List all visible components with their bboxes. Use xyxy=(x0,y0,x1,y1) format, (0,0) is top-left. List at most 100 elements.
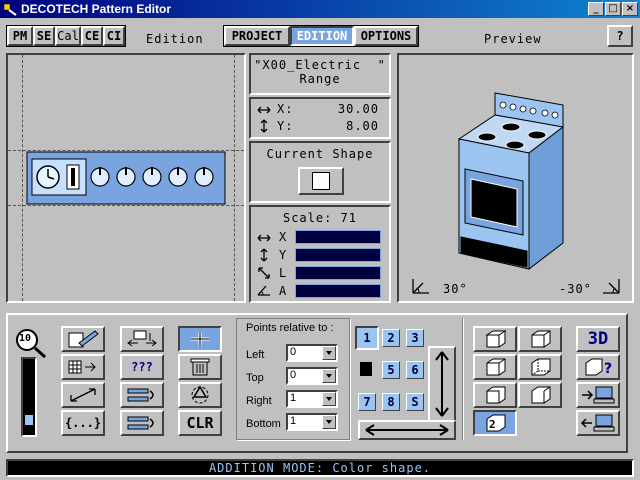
status-bar: ADDITION MODE: Color shape. xyxy=(6,459,634,477)
module-cal-button[interactable]: Cal xyxy=(55,26,81,46)
current-shape-box: Current Shape xyxy=(249,141,391,203)
selected-view-number: 2 xyxy=(489,418,496,431)
bottom-select[interactable]: 1 xyxy=(286,413,338,431)
point-1-button[interactable]: 1 xyxy=(355,326,379,350)
chevron-down-icon[interactable] xyxy=(322,415,336,429)
module-ci-button[interactable]: CI xyxy=(103,26,125,46)
point-6-button[interactable]: 6 xyxy=(406,361,424,379)
current-shape-button[interactable] xyxy=(298,167,344,195)
right-label: Right xyxy=(246,395,272,407)
horizontal-arrow-icon xyxy=(257,234,271,242)
vertical-arrow-button[interactable] xyxy=(428,346,456,422)
scale-y-field[interactable] xyxy=(295,248,381,262)
horizontal-arrow-button[interactable] xyxy=(358,420,456,440)
top-select[interactable]: 0 xyxy=(286,367,338,385)
point-4-marker xyxy=(360,362,372,376)
chevron-down-icon[interactable] xyxy=(322,392,336,406)
export-button[interactable] xyxy=(576,382,620,408)
chevron-down-icon[interactable] xyxy=(322,346,336,360)
recycle-icon xyxy=(191,385,209,404)
recycle-button[interactable] xyxy=(178,382,222,408)
current-shape-label: Current Shape xyxy=(266,147,374,161)
view-bottom-button[interactable] xyxy=(518,382,562,408)
point-5-button[interactable]: 5 xyxy=(382,361,400,379)
tab-edition[interactable]: EDITION xyxy=(290,26,354,46)
guide-line xyxy=(22,55,23,301)
right-select-value: 1 xyxy=(290,392,297,404)
rotate-left-icon[interactable] xyxy=(409,277,433,297)
cube-icon xyxy=(486,358,506,376)
shape-swatch xyxy=(312,172,330,190)
import-button[interactable] xyxy=(576,410,620,436)
preview-pane[interactable]: 30° -30° xyxy=(397,53,634,303)
rotate-right-icon[interactable] xyxy=(599,277,623,297)
zoom-slider[interactable] xyxy=(21,357,37,437)
right-select[interactable]: 1 xyxy=(286,390,338,408)
control-panel-pattern[interactable] xyxy=(26,151,226,205)
redo-button[interactable] xyxy=(120,410,164,436)
scale-box: Scale: 71 X Y L A xyxy=(249,205,391,303)
left-select-value: 0 xyxy=(290,346,297,358)
edit-pattern-button[interactable] xyxy=(61,326,105,352)
module-ce-button[interactable]: CE xyxy=(81,26,103,46)
x-value: 30.00 xyxy=(337,102,379,116)
stove-preview xyxy=(457,92,565,271)
view-front-button[interactable] xyxy=(473,326,517,352)
app-icon xyxy=(3,3,17,16)
chevron-down-icon[interactable] xyxy=(322,369,336,383)
point-s-button[interactable]: S xyxy=(406,393,424,411)
module-se-button[interactable]: SE xyxy=(33,26,55,46)
module-pm-button[interactable]: PM xyxy=(7,26,33,46)
scale-a-field[interactable] xyxy=(295,284,381,298)
scale-x-field[interactable] xyxy=(295,230,381,244)
trash-icon xyxy=(190,358,210,376)
undo-button[interactable] xyxy=(120,382,164,408)
view-left-button[interactable] xyxy=(473,354,517,380)
tab-project[interactable]: PROJECT xyxy=(224,26,290,46)
add-shape-button[interactable] xyxy=(178,326,222,352)
top-label: Top xyxy=(246,372,264,384)
help-button[interactable]: ? xyxy=(607,25,633,47)
align-icon xyxy=(127,330,157,347)
3d-view-button[interactable]: 3D xyxy=(576,326,620,352)
y-label: Y: xyxy=(277,119,294,133)
scale-l-field[interactable] xyxy=(295,266,381,280)
tab-options[interactable]: OPTIONS xyxy=(354,26,418,46)
left-label: Left xyxy=(246,349,265,361)
maximize-button[interactable]: □ xyxy=(605,2,621,16)
grid-button[interactable] xyxy=(61,354,105,380)
pattern-name: "X00_Electric " xyxy=(254,58,386,72)
vertical-arrow-icon xyxy=(260,119,268,133)
minimize-button[interactable]: _ xyxy=(588,2,604,16)
status-message: ADDITION MODE: Color shape. xyxy=(208,461,432,475)
view-back-button[interactable] xyxy=(518,326,562,352)
scale-x-label: X xyxy=(279,230,288,244)
resize-button[interactable] xyxy=(61,382,105,408)
angle-right-value: -30° xyxy=(559,282,592,296)
view-help-button[interactable]: ? xyxy=(576,354,620,380)
pattern-subname: Range xyxy=(299,72,341,86)
query-button[interactable]: ??? xyxy=(120,354,164,380)
redo-icon xyxy=(127,416,154,430)
horizontal-arrow-icon xyxy=(257,106,271,114)
cube-icon xyxy=(486,386,506,404)
close-button[interactable]: × xyxy=(622,2,638,16)
vertical-arrow-icon xyxy=(260,248,268,262)
point-2-button[interactable]: 2 xyxy=(382,329,400,347)
scale-label: Scale: 71 xyxy=(282,211,358,225)
view-selected-button[interactable]: 2 xyxy=(473,410,517,436)
edition-canvas[interactable] xyxy=(6,53,246,303)
view-right-button[interactable] xyxy=(518,354,562,380)
zoom-control[interactable]: 10 xyxy=(14,328,48,359)
trash-button[interactable] xyxy=(178,354,222,380)
view-top-button[interactable] xyxy=(473,382,517,408)
point-3-button[interactable]: 3 xyxy=(406,329,424,347)
clear-button[interactable]: CLR xyxy=(178,410,222,436)
align-button[interactable] xyxy=(120,326,164,352)
zoom-slider-thumb[interactable] xyxy=(25,415,33,425)
braces-button[interactable]: {...} xyxy=(61,410,105,436)
left-select[interactable]: 0 xyxy=(286,344,338,362)
point-7-button[interactable]: 7 xyxy=(358,393,376,411)
angle-left-value: 30° xyxy=(443,282,468,296)
point-8-button[interactable]: 8 xyxy=(382,393,400,411)
